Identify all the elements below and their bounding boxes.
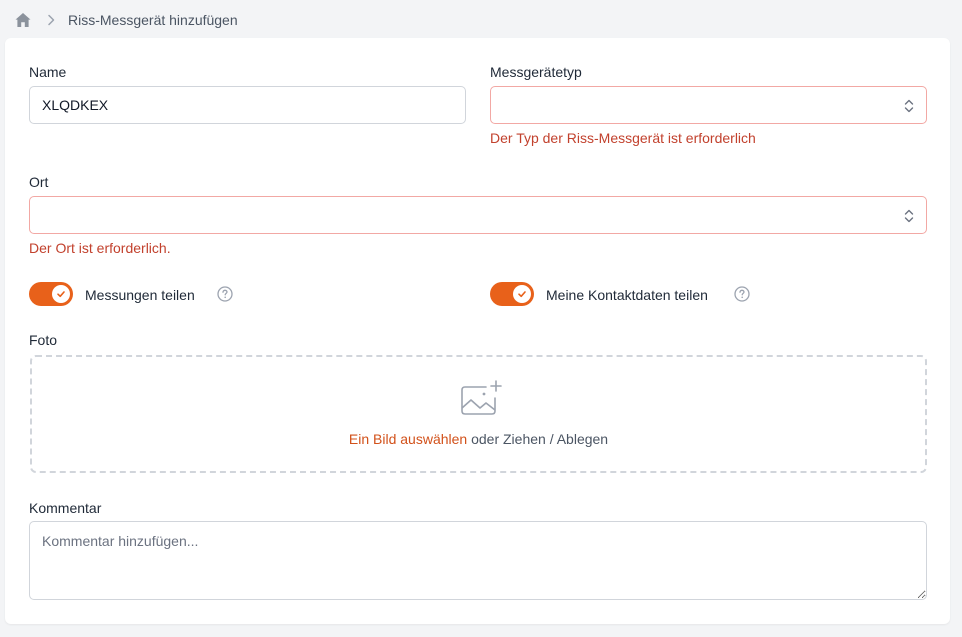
chevron-up-down-icon xyxy=(904,99,914,113)
choose-image-link[interactable]: Ein Bild auswählen xyxy=(349,431,467,447)
check-icon xyxy=(57,291,65,298)
location-select[interactable] xyxy=(29,196,927,234)
photo-dropzone[interactable]: Ein Bild auswählen oder Ziehen / Ablegen xyxy=(30,355,927,473)
dropzone-text: Ein Bild auswählen oder Ziehen / Ablegen xyxy=(32,431,925,447)
comment-label: Kommentar xyxy=(29,500,102,516)
device-type-select[interactable] xyxy=(490,86,927,124)
check-icon xyxy=(518,291,526,298)
name-input[interactable]: XLQDKEX xyxy=(29,86,466,124)
comment-textarea[interactable] xyxy=(29,521,927,600)
name-label: Name xyxy=(29,64,67,80)
toggle-knob xyxy=(513,285,531,303)
page-title: Riss-Messgerät hinzufügen xyxy=(68,12,238,28)
device-type-error: Der Typ der Riss-Messgerät ist erforderl… xyxy=(490,130,756,146)
drag-drop-text: oder Ziehen / Ablegen xyxy=(467,431,609,447)
photo-label: Foto xyxy=(29,332,58,348)
share-measurements-label: Messungen teilen xyxy=(85,287,195,303)
chevron-up-down-icon xyxy=(904,209,914,223)
location-label: Ort xyxy=(29,174,49,190)
device-type-label: Messgerätetyp xyxy=(490,64,582,80)
help-icon[interactable] xyxy=(734,286,750,302)
toggle-knob xyxy=(52,285,70,303)
share-contact-toggle[interactable] xyxy=(490,282,534,306)
help-icon[interactable] xyxy=(217,286,233,302)
home-icon[interactable] xyxy=(14,11,32,29)
location-error: Der Ort ist erforderlich. xyxy=(29,240,171,256)
image-plus-icon xyxy=(460,379,502,419)
name-input-value: XLQDKEX xyxy=(42,97,109,113)
share-contact-label: Meine Kontaktdaten teilen xyxy=(546,287,708,303)
breadcrumb: Riss-Messgerät hinzufügen xyxy=(14,10,238,30)
share-measurements-toggle[interactable] xyxy=(29,282,73,306)
chevron-right-icon xyxy=(44,13,58,27)
form-card: Name XLQDKEX Messgerätetyp Der Typ der R… xyxy=(5,38,950,624)
